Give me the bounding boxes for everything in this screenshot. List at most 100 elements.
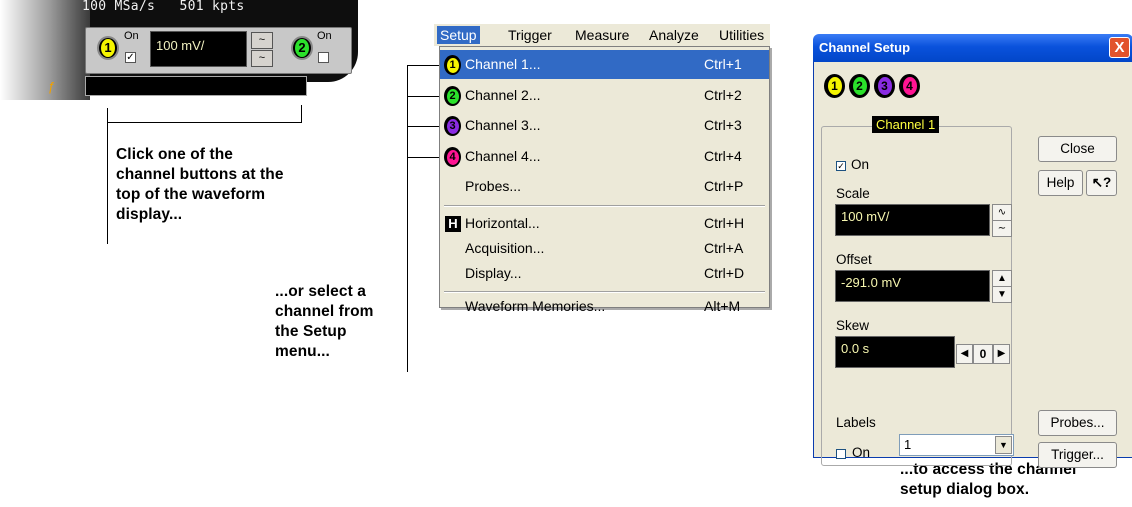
menu-item-channel-4[interactable]: 4 Channel 4... Ctrl+4 (440, 142, 769, 171)
channel-on-label: On (851, 157, 870, 172)
ch1-on-checkbox[interactable]: ✓ (125, 52, 136, 63)
skew-left-button[interactable]: ◀ (956, 344, 973, 364)
menu-item-label: Horizontal... (465, 215, 540, 231)
menu-item-label: Channel 4... (465, 148, 541, 164)
menu-item-label: Waveform Memories... (465, 298, 606, 314)
scope-frame-fade (0, 0, 90, 100)
offset-field[interactable]: -291.0 mV (835, 270, 990, 302)
offset-up-button[interactable]: ▲ (992, 270, 1012, 287)
scale-down-button[interactable]: ∼ (992, 220, 1012, 237)
channel-2-button[interactable]: 2 (291, 36, 313, 60)
chevron-down-icon[interactable]: ▼ (995, 436, 1012, 454)
skew-label: Skew (836, 318, 870, 333)
menu-item-shortcut: Alt+M (704, 298, 741, 314)
skew-right-button[interactable]: ▶ (993, 344, 1010, 364)
menu-item-shortcut: Ctrl+P (704, 178, 744, 194)
dialog-channel-4-button[interactable]: 4 (899, 74, 920, 98)
annotation-line-3: top of the waveform (116, 186, 266, 203)
channel-on-checkbox[interactable]: ✓ (836, 161, 846, 171)
record-length: 501 kpts (179, 0, 245, 14)
menu-measure[interactable]: Measure (572, 26, 632, 44)
channel-2-icon-num: 2 (446, 89, 459, 104)
annotation-line-2: channel from (275, 303, 374, 320)
menu-item-shortcut: Ctrl+4 (704, 148, 742, 164)
channel-4-icon: 4 (444, 147, 461, 167)
probes-button[interactable]: Probes... (1038, 410, 1117, 436)
scope-display-strip: 100 MSa/s 501 kpts 1 On ✓ 100 mV/ ~ ~ 2 … (0, 0, 358, 100)
menu-item-channel-3[interactable]: 3 Channel 3... Ctrl+3 (440, 111, 769, 140)
offset-label: Offset (836, 252, 872, 267)
channel-1-button[interactable]: 1 (97, 36, 119, 60)
annotation-click-channel: Click one of the channel buttons at the … (116, 145, 346, 225)
channel-2-icon: 2 (444, 86, 461, 106)
channel-1-number: 1 (827, 77, 842, 95)
setup-dropdown: 1 Channel 1... Ctrl+1 2 Channel 2... Ctr… (439, 46, 770, 314)
menu-setup[interactable]: Setup (437, 26, 480, 44)
annotation-line-3: the Setup (275, 323, 347, 340)
annotation-line-left-horizontal (107, 122, 302, 123)
menu-item-shortcut: Ctrl+3 (704, 117, 742, 133)
menu-utilities[interactable]: Utilities (716, 26, 767, 44)
skew-field[interactable]: 0.0 s (835, 336, 955, 368)
annotation-setup-menu: ...or select a channel from the Setup me… (275, 282, 405, 362)
menu-bar: Setup Trigger Measure Analyze Utilities (434, 24, 770, 46)
scale-field[interactable]: 100 mV/ (835, 204, 990, 236)
channel-2-number: 2 (852, 77, 867, 95)
menu-analyze[interactable]: Analyze (646, 26, 702, 44)
menu-item-waveform-memories[interactable]: Waveform Memories... Alt+M (440, 280, 769, 314)
scale-increment-button[interactable]: ~ (251, 32, 273, 49)
labels-select[interactable]: 1 ▼ (899, 434, 1014, 456)
annotation-line-1: ...or select a (275, 283, 367, 300)
setup-menu: Setup Trigger Measure Analyze Utilities … (434, 24, 770, 314)
whats-this-button[interactable]: ↖? (1086, 170, 1117, 196)
menu-item-label: Channel 2... (465, 87, 541, 103)
channel-1-icon: 1 (444, 55, 461, 75)
menu-item-channel-1[interactable]: 1 Channel 1... Ctrl+1 (440, 50, 769, 79)
channel-2-number: 2 (295, 39, 309, 57)
menu-item-shortcut: Ctrl+D (704, 265, 745, 281)
menu-item-channel-2[interactable]: 2 Channel 2... Ctrl+2 (440, 81, 769, 110)
skew-zero-button[interactable]: 0 (973, 344, 993, 364)
close-button[interactable]: Close (1038, 136, 1117, 162)
sample-rate: 100 MSa/s (82, 0, 156, 14)
annotation-line-2: setup dialog box. (900, 481, 1030, 498)
channel-4-icon-num: 4 (446, 150, 459, 165)
menu-item-shortcut: Ctrl+2 (704, 87, 742, 103)
channel-4-number: 4 (902, 77, 917, 95)
offset-down-button[interactable]: ▼ (992, 286, 1012, 303)
annotation-line-left-tick (301, 105, 302, 123)
ch1-on-label: On (124, 30, 139, 42)
menu-separator (444, 205, 765, 207)
dialog-channel-1-button[interactable]: 1 (824, 74, 845, 98)
annotation-line-4: display... (116, 206, 183, 223)
trigger-edge-icon: ƒ (48, 79, 56, 94)
dialog-body: 1 2 3 4 Channel 1 ✓ On Scale 100 mV/ ∿ ∼… (813, 62, 1132, 468)
channel-setup-dialog: Channel Setup X 1 2 3 4 Channel 1 ✓ On S… (813, 34, 1132, 468)
menu-item-label: Channel 1... (465, 56, 541, 72)
menu-item-shortcut: Ctrl+A (704, 240, 744, 256)
annotation-line-left (107, 108, 108, 244)
labels-on-checkbox[interactable] (836, 449, 846, 459)
close-icon[interactable]: X (1109, 37, 1130, 58)
menu-item-label: Acquisition... (465, 240, 545, 256)
annotation-line-2: channel buttons at the (116, 166, 284, 183)
channel-group-title: Channel 1 (872, 116, 940, 133)
annotation-line-4: menu... (275, 343, 330, 360)
dialog-channel-2-button[interactable]: 2 (849, 74, 870, 98)
scope-status-text: 100 MSa/s 501 kpts (82, 0, 245, 14)
scale-decrement-button[interactable]: ~ (251, 50, 273, 67)
dialog-channel-3-button[interactable]: 3 (874, 74, 895, 98)
channel-3-icon-num: 3 (446, 119, 459, 134)
channel-1-icon-num: 1 (446, 58, 459, 73)
scale-up-button[interactable]: ∿ (992, 204, 1012, 221)
menu-trigger[interactable]: Trigger (505, 26, 555, 44)
horizontal-icon: H (445, 216, 461, 232)
menu-item-probes[interactable]: Probes... Ctrl+P (440, 172, 769, 201)
help-button[interactable]: Help (1038, 170, 1083, 196)
trigger-button[interactable]: Trigger... (1038, 442, 1117, 468)
ch2-on-label: On (317, 30, 332, 42)
ch2-on-checkbox[interactable] (318, 52, 329, 63)
labels-select-value: 1 (904, 437, 912, 452)
ch1-scale-field[interactable]: 100 mV/ (150, 31, 247, 67)
channel-1-number: 1 (101, 39, 115, 57)
